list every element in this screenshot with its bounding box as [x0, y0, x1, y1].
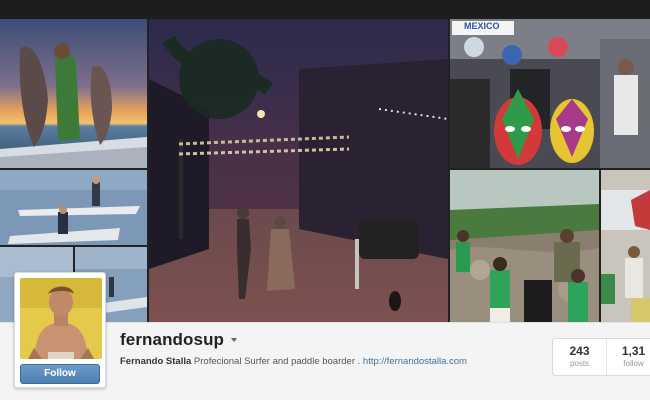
stat-label: follow [623, 359, 644, 368]
username: fernandosup [120, 330, 225, 349]
avatar[interactable] [20, 278, 102, 359]
photo-fishing-sunset[interactable] [0, 19, 147, 168]
stat-value: 243 [569, 344, 590, 358]
mexico-banner-text: MEXICO [464, 21, 500, 31]
bio-text: Profecional Surfer and paddle boarder . [193, 356, 361, 367]
stats-box: 243 posts 1,31 follow [552, 338, 650, 376]
photo-paddleboard-1[interactable] [0, 170, 147, 245]
stat-followers[interactable]: 1,31 follow [607, 339, 650, 375]
full-name: Fernando Stalla [120, 356, 192, 367]
bio: Fernando Stalla Profecional Surfer and p… [120, 356, 467, 367]
stat-posts[interactable]: 243 posts [553, 339, 607, 375]
photo-night-street[interactable] [149, 19, 448, 322]
photo-beach-partial[interactable] [601, 170, 650, 322]
top-bar [0, 0, 650, 19]
follow-button[interactable]: Follow [20, 364, 100, 384]
stat-label: posts [569, 359, 590, 368]
photo-lucha-masks[interactable]: MEXICO [450, 19, 650, 168]
stat-value: 1,31 [621, 344, 646, 358]
photo-kids-cleanup[interactable] [450, 170, 599, 322]
website-link[interactable]: http://fernandostalla.com [363, 356, 467, 367]
username-row: fernandosup [120, 330, 238, 350]
instagram-profile-page: MEXICO Follow fernandosup Fernando Stall… [0, 0, 650, 400]
avatar-card: Follow [14, 272, 106, 388]
chevron-down-icon[interactable] [231, 338, 238, 342]
